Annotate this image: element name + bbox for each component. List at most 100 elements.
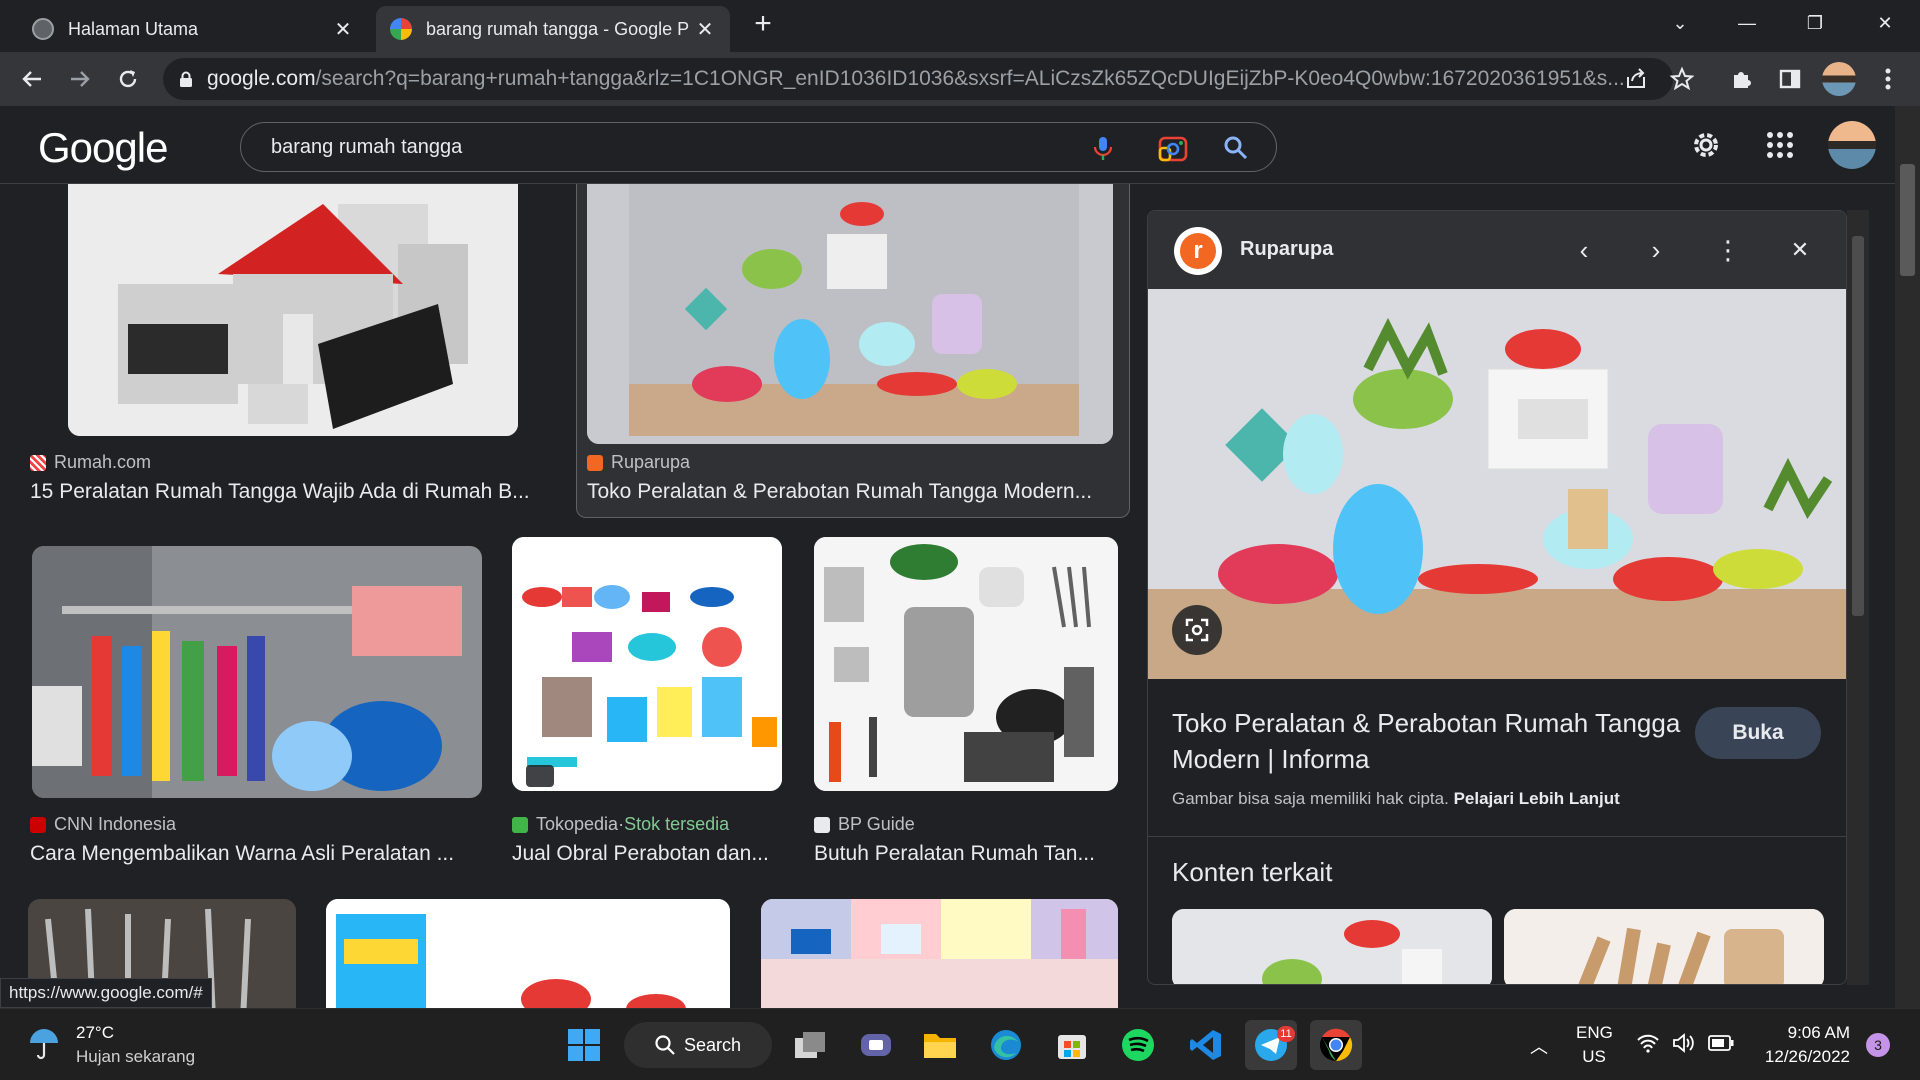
account-avatar[interactable] [1828,121,1876,169]
share-icon[interactable] [1618,61,1654,97]
image-result-card[interactable]: CNN Indonesia Cara Mengembalikan Warna A… [28,546,488,866]
result-thumbnail[interactable] [68,184,518,436]
teams-chat-icon[interactable] [850,1020,902,1070]
next-image-icon[interactable]: › [1636,230,1676,270]
google-lens-search-icon[interactable] [1172,605,1222,655]
tab-search-chevron-icon[interactable]: ⌄ [1655,8,1705,38]
related-image-thumbnail[interactable] [1172,909,1492,984]
minimize-button[interactable]: — [1722,8,1772,38]
search-input[interactable]: barang rumah tangga [271,136,462,159]
image-result-card[interactable]: Rumah.com 15 Peralatan Rumah Tangga Waji… [28,184,548,524]
clock-date[interactable]: 12/26/2022 [1754,1047,1850,1067]
weather-description[interactable]: Hujan sekarang [76,1047,195,1067]
result-thumbnail[interactable] [32,546,482,798]
tab-google-search[interactable]: barang rumah tangga - Google P ✕ [376,6,730,52]
result-title[interactable]: Toko Peralatan & Perabotan Rumah Tangga … [587,480,1115,504]
learn-more-link[interactable]: Pelajari Lebih Lanjut [1454,789,1620,808]
new-tab-button[interactable]: + [748,9,778,40]
panel-scrollbar-thumb[interactable] [1852,236,1864,616]
tab-label: barang rumah tangga - Google P [426,18,690,39]
google-logo[interactable]: Google [38,124,168,172]
image-result-thumbnail-partial[interactable] [761,899,1118,1008]
google-lens-camera-icon[interactable] [1158,134,1188,167]
rumah-com-favicon-icon [30,454,46,471]
result-title[interactable]: Jual Obral Perabotan dan... [512,842,782,866]
address-bar[interactable]: google.com/search?q=barang+rumah+tangga&… [163,58,1673,100]
search-label: Search [684,1034,742,1055]
close-tab-icon[interactable]: ✕ [694,17,716,42]
open-visit-button[interactable]: Buka [1695,707,1821,759]
file-explorer-icon[interactable] [914,1020,966,1070]
input-region[interactable]: US [1576,1047,1612,1067]
result-thumbnail[interactable] [814,537,1118,791]
search-box[interactable]: barang rumah tangga [240,122,1277,172]
image-result-card[interactable]: Tokopedia · Stok tersedia Jual Obral Per… [512,537,782,867]
microsoft-store-icon[interactable] [1046,1020,1098,1070]
result-thumbnail[interactable] [587,184,1113,444]
page-scrollbar[interactable] [1895,106,1920,1008]
close-tab-icon[interactable]: ✕ [332,17,354,42]
tab-halaman-utama[interactable]: Halaman Utama ✕ [18,6,368,52]
volume-icon[interactable] [1672,1033,1696,1058]
preview-title[interactable]: Toko Peralatan & Perabotan Rumah Tangga … [1172,705,1692,777]
microphone-icon[interactable] [1091,135,1115,166]
notification-count-badge[interactable]: 3 [1866,1033,1890,1057]
input-language[interactable]: ENG [1576,1023,1613,1043]
related-image-thumbnail[interactable] [1504,909,1824,984]
previous-image-icon[interactable]: ‹ [1564,230,1604,270]
result-source: CNN Indonesia [30,814,176,835]
spotify-icon[interactable] [1112,1020,1164,1070]
wifi-icon[interactable] [1636,1033,1660,1058]
preview-header: r Ruparupa ‹ › ⋮ ✕ [1148,211,1846,289]
side-panel-icon[interactable] [1772,61,1808,97]
ruparupa-logo: r [1174,227,1222,275]
google-apps-grid-icon[interactable] [1766,131,1794,164]
chrome-menu-icon[interactable] [1870,61,1906,97]
bookmark-star-icon[interactable] [1664,61,1700,97]
result-title[interactable]: Cara Mengembalikan Warna Asli Peralatan … [30,842,470,866]
battery-icon[interactable] [1708,1035,1734,1056]
restore-button[interactable]: ❐ [1790,8,1840,38]
preview-source-name[interactable]: Ruparupa [1240,238,1333,261]
weather-rain-icon[interactable] [26,1025,62,1066]
more-options-icon[interactable]: ⋮ [1708,230,1748,270]
edge-browser-icon[interactable] [980,1020,1032,1070]
search-icon[interactable] [1223,135,1249,166]
result-title[interactable]: 15 Peralatan Rumah Tangga Wajib Ada di R… [30,480,540,504]
back-button[interactable] [14,61,50,97]
page-scrollbar-thumb[interactable] [1900,164,1915,276]
extensions-puzzle-icon[interactable] [1724,61,1760,97]
divider [1148,836,1846,837]
vscode-icon[interactable] [1180,1020,1232,1070]
image-result-card[interactable]: BP Guide Butuh Peralatan Rumah Tan... [814,537,1118,867]
result-thumbnail[interactable] [512,537,782,791]
clock-time[interactable]: 9:06 AM [1754,1023,1850,1043]
show-hidden-icons-chevron-icon[interactable]: ︿ [1530,1033,1548,1059]
bp-guide-favicon-icon [814,816,830,833]
settings-gear-icon[interactable] [1690,129,1722,166]
image-result-card-selected[interactable]: Ruparupa Toko Peralatan & Perabotan Ruma… [576,184,1130,518]
google-favicon-icon [390,18,412,40]
result-source: Tokopedia · Stok tersedia [512,814,729,835]
telegram-icon[interactable]: 11 [1245,1020,1297,1070]
globe-icon [32,18,54,40]
result-title[interactable]: Butuh Peralatan Rumah Tan... [814,842,1118,866]
preview-image[interactable] [1148,289,1846,679]
copyright-notice: Gambar bisa saja memiliki hak cipta. Pel… [1172,789,1620,808]
forward-button[interactable] [62,61,98,97]
close-window-button[interactable]: ✕ [1860,8,1910,38]
google-header: Google barang rumah tangga [0,106,1895,184]
url-text: google.com/search?q=barang+rumah+tangga&… [207,67,1625,90]
taskbar-search-box[interactable]: Search [624,1022,772,1068]
windows-start-icon[interactable] [558,1020,610,1070]
ruparupa-favicon-icon [587,454,603,471]
close-preview-icon[interactable]: ✕ [1780,230,1820,270]
result-source: BP Guide [814,814,915,835]
panel-scrollbar[interactable] [1847,210,1869,985]
chrome-icon[interactable] [1310,1020,1362,1070]
image-result-thumbnail-partial[interactable] [326,899,730,1008]
profile-avatar[interactable] [1822,62,1856,96]
weather-temperature[interactable]: 27°C [76,1023,114,1043]
reload-button[interactable] [110,61,146,97]
task-view-icon[interactable] [784,1020,836,1070]
